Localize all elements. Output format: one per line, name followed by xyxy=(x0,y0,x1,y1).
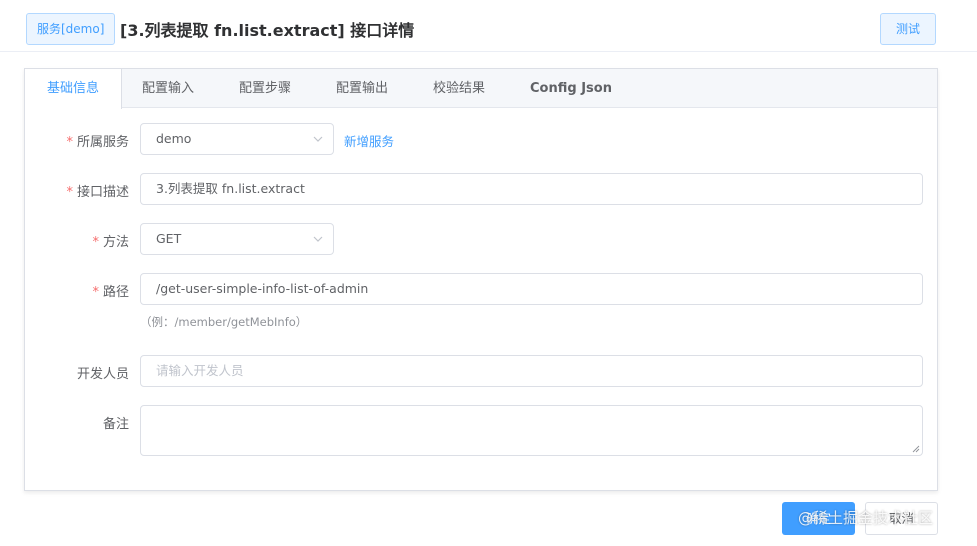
cancel-button[interactable]: 取消 xyxy=(865,502,938,535)
remark-label: 备注 xyxy=(102,417,129,432)
service-label: * 所属服务 xyxy=(66,135,129,150)
tab-basic-info[interactable]: 基础信息 xyxy=(25,69,122,109)
tab-config-json[interactable]: Config Json xyxy=(530,69,612,108)
required-mark: * xyxy=(92,285,99,300)
method-select[interactable]: GET xyxy=(140,223,334,255)
confirm-button[interactable]: 确定 xyxy=(782,502,855,535)
description-input[interactable]: 3.列表提取 fn.list.extract xyxy=(140,173,923,205)
tab-config-input[interactable]: 配置输入 xyxy=(142,69,194,108)
remark-textarea[interactable] xyxy=(140,405,923,456)
chevron-down-icon xyxy=(313,236,323,242)
page-title: [3.列表提取 fn.list.extract] 接口详情 xyxy=(120,21,415,40)
path-input[interactable]: /get-user-simple-info-list-of-admin xyxy=(140,273,923,305)
tab-validation-result[interactable]: 校验结果 xyxy=(433,69,485,108)
page-header: 服务[demo] [3.列表提取 fn.list.extract] 接口详情 测… xyxy=(0,0,977,52)
required-mark: * xyxy=(66,185,73,200)
developer-label: 开发人员 xyxy=(76,367,129,382)
resize-grip-icon[interactable] xyxy=(912,445,920,453)
method-label: * 方法 xyxy=(92,235,129,250)
service-select[interactable]: demo xyxy=(140,123,334,155)
developer-input[interactable]: 请输入开发人员 xyxy=(140,355,923,387)
path-label: * 路径 xyxy=(92,285,129,300)
tab-bar: 基础信息 配置输入 配置步骤 配置输出 校验结果 Config Json xyxy=(25,69,937,109)
required-mark: * xyxy=(92,235,99,250)
form-card: 基础信息 配置输入 配置步骤 配置输出 校验结果 Config Json * 所属… xyxy=(24,68,938,491)
method-select-value: GET xyxy=(156,231,182,246)
tab-config-output[interactable]: 配置输出 xyxy=(336,69,388,108)
chevron-down-icon xyxy=(313,136,323,142)
path-hint: （例：/member/getMebInfo） xyxy=(140,315,308,329)
tab-config-steps[interactable]: 配置步骤 xyxy=(239,69,291,108)
test-button[interactable]: 测试 xyxy=(880,13,936,45)
service-tag: 服务[demo] xyxy=(26,13,116,45)
description-label: * 接口描述 xyxy=(66,185,129,200)
required-mark: * xyxy=(66,135,73,150)
add-service-link[interactable]: 新增服务 xyxy=(344,131,394,150)
service-select-value: demo xyxy=(156,131,192,146)
